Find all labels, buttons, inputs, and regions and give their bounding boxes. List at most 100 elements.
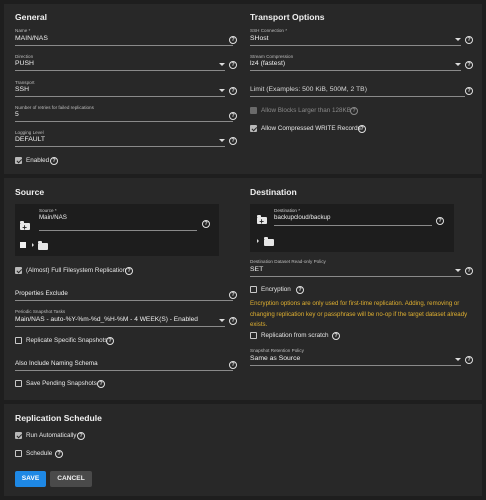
ssh-underline bbox=[250, 45, 461, 46]
save-button[interactable]: SAVE bbox=[15, 471, 46, 487]
help-icon[interactable]: ? bbox=[229, 36, 237, 44]
help-icon[interactable]: ? bbox=[229, 87, 237, 95]
ssh-label: SSH Connection * bbox=[250, 28, 288, 33]
help-icon[interactable]: ? bbox=[350, 107, 358, 115]
help-icon[interactable]: ? bbox=[229, 137, 237, 145]
schedule-title: Replication Schedule bbox=[15, 413, 102, 423]
save-pending-checkbox[interactable] bbox=[15, 380, 22, 387]
add-folder-icon[interactable] bbox=[257, 215, 267, 226]
general-panel bbox=[4, 4, 482, 174]
tree-node-checkbox[interactable] bbox=[20, 242, 26, 248]
allow-large-blocks-label: Allow Blocks Larger than 128KB bbox=[261, 107, 351, 114]
logging-select[interactable]: DEFAULT bbox=[15, 136, 45, 143]
transport-select[interactable]: SSH bbox=[15, 86, 29, 93]
cancel-button[interactable]: CANCEL bbox=[50, 471, 92, 487]
destination-path-underline bbox=[274, 225, 432, 226]
help-icon[interactable]: ? bbox=[229, 317, 237, 325]
replicate-specific-checkbox[interactable] bbox=[15, 337, 22, 344]
name-underline bbox=[15, 45, 233, 46]
help-icon[interactable]: ? bbox=[465, 36, 473, 44]
source-path-input[interactable]: Main/NAS bbox=[39, 214, 67, 221]
help-icon[interactable]: ? bbox=[125, 267, 133, 275]
chevron-down-icon[interactable] bbox=[219, 89, 225, 92]
help-icon[interactable]: ? bbox=[358, 125, 366, 133]
transport-options-title: Transport Options bbox=[250, 12, 325, 22]
allow-compressed-checkbox[interactable] bbox=[250, 125, 257, 132]
allow-compressed-label: Allow Compressed WRITE Records bbox=[261, 125, 361, 132]
limit-input[interactable]: Limit (Examples: 500 KiB, 500M, 2 TB) bbox=[250, 86, 367, 93]
save-pending-label: Save Pending Snapshots bbox=[26, 380, 97, 387]
compression-select[interactable]: lz4 (fastest) bbox=[250, 60, 285, 67]
chevron-down-icon[interactable] bbox=[219, 139, 225, 142]
ssh-select[interactable]: SHost bbox=[250, 35, 269, 42]
enabled-checkbox[interactable] bbox=[15, 157, 22, 164]
help-icon[interactable]: ? bbox=[229, 112, 237, 120]
expand-arrow-icon[interactable] bbox=[32, 243, 34, 247]
periodic-tasks-underline bbox=[15, 326, 225, 327]
source-path-underline bbox=[39, 230, 197, 231]
run-automatically-label: Run Automatically bbox=[26, 432, 77, 439]
help-icon[interactable]: ? bbox=[229, 361, 237, 369]
help-icon[interactable]: ? bbox=[465, 267, 473, 275]
help-icon[interactable]: ? bbox=[332, 332, 340, 340]
destination-title: Destination bbox=[250, 187, 297, 197]
help-icon[interactable]: ? bbox=[229, 291, 237, 299]
readonly-policy-select[interactable]: SET bbox=[250, 266, 263, 273]
retention-policy-label: Snapshot Retention Policy bbox=[250, 348, 304, 353]
allow-large-blocks-checkbox bbox=[250, 107, 257, 114]
properties-exclude-input[interactable]: Properties Exclude bbox=[15, 290, 68, 297]
direction-select[interactable]: PUSH bbox=[15, 60, 34, 67]
help-icon[interactable]: ? bbox=[50, 157, 58, 165]
direction-label: Direction bbox=[15, 54, 34, 59]
schedule-checkbox[interactable] bbox=[15, 450, 22, 457]
replicate-specific-label: Replicate Specific Snapshots bbox=[26, 337, 108, 344]
transport-label: Transport bbox=[15, 80, 35, 85]
from-scratch-checkbox[interactable] bbox=[250, 332, 257, 339]
help-icon[interactable]: ? bbox=[97, 380, 105, 388]
periodic-tasks-label: Periodic Snapshot Tasks bbox=[15, 309, 66, 314]
chevron-down-icon[interactable] bbox=[455, 38, 461, 41]
destination-path-input[interactable]: backupcloud/backup bbox=[274, 214, 330, 221]
name-label: Name * bbox=[15, 28, 31, 33]
full-fs-replication-label: (Almost) Full Filesystem Replication bbox=[26, 267, 127, 274]
help-icon[interactable]: ? bbox=[465, 87, 473, 95]
periodic-tasks-select[interactable]: Main/NAS - auto-%Y-%m-%d_%H-%M - 4 WEEK(… bbox=[15, 316, 198, 323]
help-icon[interactable]: ? bbox=[465, 356, 473, 364]
encryption-checkbox[interactable] bbox=[250, 286, 257, 293]
schedule-label: Schedule bbox=[26, 450, 53, 457]
limit-underline bbox=[250, 96, 465, 97]
help-icon[interactable]: ? bbox=[436, 217, 444, 225]
readonly-policy-underline bbox=[250, 276, 461, 277]
chevron-down-icon[interactable] bbox=[219, 63, 225, 66]
help-icon[interactable]: ? bbox=[202, 220, 210, 228]
run-automatically-checkbox[interactable] bbox=[15, 432, 22, 439]
encryption-label: Encryption bbox=[261, 286, 291, 293]
properties-exclude-underline bbox=[15, 300, 233, 301]
compression-label: Stream Compression bbox=[250, 54, 294, 59]
add-folder-icon[interactable] bbox=[20, 221, 30, 232]
compression-underline bbox=[250, 70, 461, 71]
folder-icon[interactable] bbox=[38, 241, 48, 250]
chevron-down-icon[interactable] bbox=[455, 358, 461, 361]
help-icon[interactable]: ? bbox=[77, 432, 85, 440]
expand-arrow-icon[interactable] bbox=[257, 239, 259, 243]
help-icon[interactable]: ? bbox=[465, 61, 473, 69]
name-input[interactable]: MAIN/NAS bbox=[15, 35, 48, 42]
chevron-down-icon[interactable] bbox=[455, 63, 461, 66]
naming-schema-input[interactable]: Also Include Naming Schema bbox=[15, 360, 98, 367]
chevron-down-icon[interactable] bbox=[219, 319, 225, 322]
source-title: Source bbox=[15, 187, 45, 197]
full-fs-replication-checkbox[interactable] bbox=[15, 267, 22, 274]
destination-path-label: Destination * bbox=[274, 208, 301, 213]
chevron-down-icon[interactable] bbox=[455, 269, 461, 272]
transport-underline bbox=[15, 96, 225, 97]
retention-policy-underline bbox=[250, 365, 461, 366]
folder-icon[interactable] bbox=[264, 237, 274, 246]
help-icon[interactable]: ? bbox=[229, 61, 237, 69]
help-icon[interactable]: ? bbox=[55, 450, 63, 458]
retries-input[interactable]: 5 bbox=[15, 111, 19, 118]
help-icon[interactable]: ? bbox=[296, 286, 304, 294]
retention-policy-select[interactable]: Same as Source bbox=[250, 355, 300, 362]
help-icon[interactable]: ? bbox=[106, 337, 114, 345]
general-title: General bbox=[15, 12, 48, 22]
